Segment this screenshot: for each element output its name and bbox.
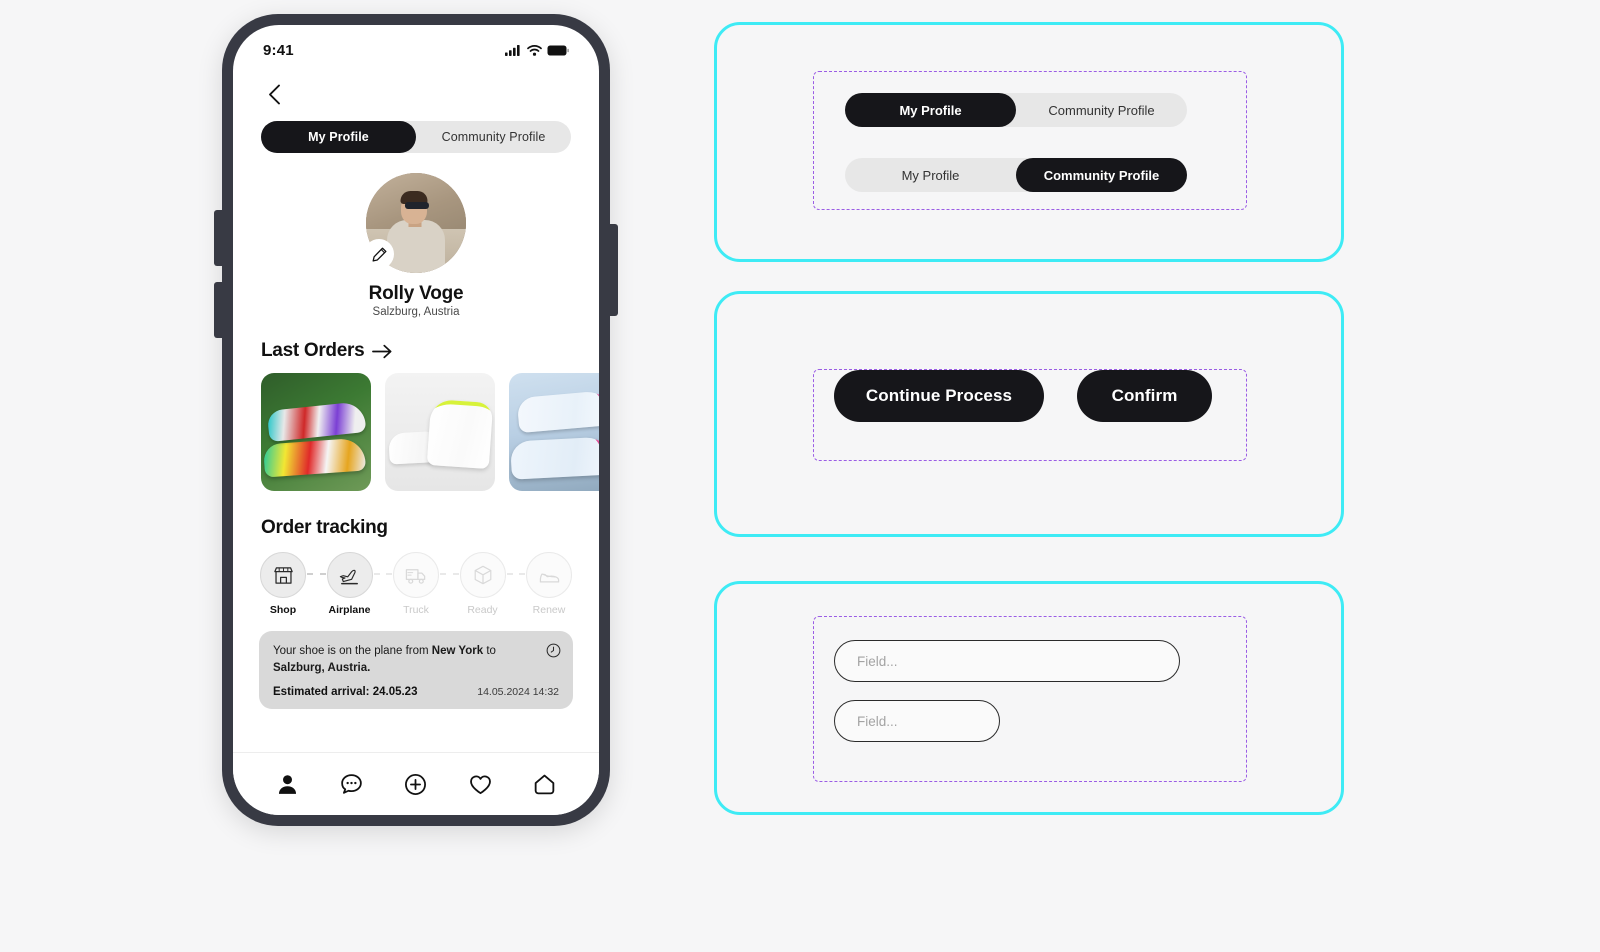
tracking-step-shop[interactable]: Shop: [259, 552, 307, 616]
screen-content: My Profile Community Profile Rolly Voge …: [233, 115, 599, 752]
phone-mockup: 9:41 My Profile Community Profile Rolly …: [214, 14, 618, 826]
status-bar-time: 9:41: [263, 41, 294, 59]
home-icon: [534, 774, 555, 794]
tracking-step-ready[interactable]: Ready: [459, 552, 507, 616]
tab-community-profile[interactable]: Community Profile: [416, 121, 571, 153]
tracking-connector: [440, 552, 459, 596]
spec-panel-toggles: My Profile Community Profile My Profile …: [714, 22, 1344, 262]
tracking-connector: [373, 552, 392, 596]
tracking-step-label: Ready: [467, 604, 498, 616]
person-icon: [278, 774, 296, 794]
text-field-narrow[interactable]: Field...: [834, 700, 1000, 742]
power-button[interactable]: [606, 224, 618, 316]
storefront-icon: [273, 566, 293, 584]
segmented-control-community-profile-selected[interactable]: My Profile Community Profile: [845, 158, 1187, 192]
status-bar-icons: [505, 44, 569, 56]
spec-panel-buttons: Continue Process Confirm: [714, 291, 1344, 537]
pencil-icon: [372, 247, 386, 262]
spec-tab-my-profile[interactable]: My Profile: [845, 93, 1016, 127]
spec-panel-fields: Field... Field...: [714, 581, 1344, 815]
tracking-step-airplane[interactable]: Airplane: [326, 552, 374, 616]
clock-icon: [546, 643, 561, 658]
tab-home[interactable]: [527, 766, 563, 802]
tab-messages[interactable]: [334, 766, 370, 802]
profile-name: Rolly Voge: [368, 283, 464, 304]
tracking-step-label: Truck: [403, 604, 429, 616]
status-timestamp: 14.05.2024 14:32: [477, 685, 559, 698]
tab-my-profile[interactable]: My Profile: [261, 121, 416, 153]
chevron-left-icon: [268, 84, 280, 104]
battery-icon: [547, 45, 569, 55]
airplane-icon: [339, 569, 358, 584]
header-bar: [233, 69, 599, 115]
tracking-connector: [307, 552, 326, 596]
segmented-control-my-profile-selected[interactable]: My Profile Community Profile: [845, 93, 1187, 127]
chat-bubble-icon: [341, 773, 362, 794]
order-card[interactable]: [261, 373, 371, 491]
text-field-wide[interactable]: Field...: [834, 640, 1180, 682]
delivery-truck-icon: [405, 568, 425, 584]
clock-button[interactable]: [546, 643, 561, 663]
status-bar: 9:41: [233, 25, 599, 69]
shoe-icon: [539, 573, 559, 583]
spec-tab-community-profile[interactable]: Community Profile: [1016, 93, 1187, 127]
order-card[interactable]: [509, 373, 599, 491]
status-destination: Salzburg, Austria.: [273, 662, 371, 675]
tab-favorites[interactable]: [462, 766, 498, 802]
estimated-arrival: Estimated arrival: 24.05.23: [273, 685, 418, 698]
tracking-step-label: Shop: [269, 604, 297, 616]
continue-process-button[interactable]: Continue Process: [834, 370, 1044, 422]
wifi-icon: [527, 44, 542, 56]
tracking-connector: [506, 552, 525, 596]
signal-bars-icon: [505, 44, 520, 56]
bottom-tab-bar: [233, 752, 599, 815]
back-button[interactable]: [261, 81, 287, 107]
status-origin: New York: [431, 645, 484, 657]
status-prefix: Your shoe is on the plane from: [273, 645, 432, 657]
last-orders-title: Last Orders: [261, 340, 365, 361]
status-mid: to: [483, 645, 496, 657]
plus-circle-icon: [405, 773, 427, 795]
order-tracking-title: Order tracking: [261, 517, 388, 538]
volume-down-button[interactable]: [214, 282, 226, 338]
tracking-step-truck[interactable]: Truck: [392, 552, 440, 616]
avatar-ring: [364, 173, 466, 273]
tracking-step-label: Airplane: [328, 604, 371, 616]
order-status-meta: Estimated arrival: 24.05.23 14.05.2024 1…: [273, 686, 559, 698]
package-box-icon: [474, 565, 491, 585]
spec-tab-community-profile[interactable]: Community Profile: [1016, 158, 1187, 192]
tab-add[interactable]: [398, 766, 434, 802]
last-orders-list[interactable]: [261, 373, 599, 491]
order-status-card: Your shoe is on the plane from New York …: [259, 631, 573, 709]
confirm-button[interactable]: Confirm: [1077, 370, 1212, 422]
spec-tab-my-profile[interactable]: My Profile: [845, 158, 1016, 192]
tracking-step-renew[interactable]: Renew: [525, 552, 573, 616]
edit-avatar-button[interactable]: [364, 239, 394, 269]
tracking-step-label: Renew: [532, 604, 566, 616]
phone-screen: 9:41 My Profile Community Profile Rolly …: [233, 25, 599, 815]
arrow-right-icon[interactable]: [372, 344, 392, 359]
order-tracking-steps: Shop Airplane Truck Ready Renew: [259, 552, 573, 616]
tab-profile[interactable]: [269, 766, 305, 802]
profile-block: Rolly Voge Salzburg, Austria: [233, 173, 599, 318]
order-card[interactable]: [385, 373, 495, 491]
heart-icon: [469, 774, 491, 794]
profile-segmented-control[interactable]: My Profile Community Profile: [261, 121, 571, 153]
profile-location: Salzburg, Austria: [372, 306, 460, 318]
volume-up-button[interactable]: [214, 210, 226, 266]
order-status-message: Your shoe is on the plane from New York …: [273, 643, 559, 678]
last-orders-heading[interactable]: Last Orders: [261, 340, 571, 362]
